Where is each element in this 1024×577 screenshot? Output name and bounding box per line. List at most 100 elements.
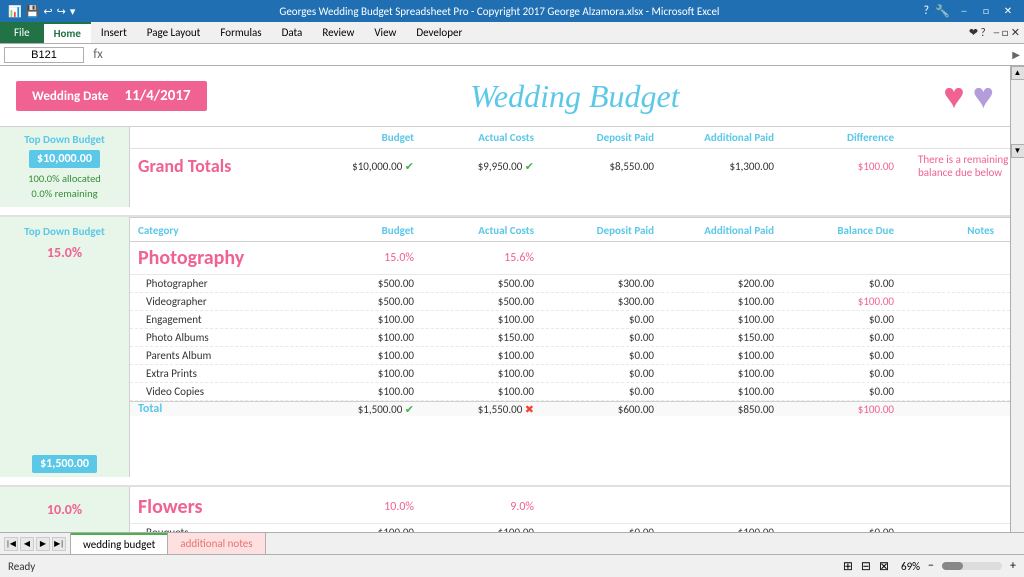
tab-prev-button[interactable]: ◀: [20, 537, 34, 551]
quick-access-undo[interactable]: ↩: [43, 5, 52, 18]
scroll-right[interactable]: ▶: [1012, 48, 1020, 61]
tab-next-button[interactable]: ▶: [36, 537, 50, 551]
photography-left-panel: Top Down Budget 15.0% $1,500.00: [0, 217, 130, 477]
ph-label-5: Extra Prints: [130, 367, 310, 380]
title-bar-right: ? 🔧 ─ □ ✕: [923, 4, 1016, 19]
gt-actual-check: ✔: [525, 160, 534, 173]
tab-additional-notes[interactable]: additional notes: [168, 533, 265, 554]
tab-file[interactable]: File: [0, 22, 44, 43]
gt-budget-check: ✔: [405, 160, 414, 173]
ribbon-tabs: File Home Insert Page Layout Formulas Da…: [0, 22, 1024, 44]
tab-view[interactable]: View: [364, 22, 406, 43]
flowers-title: Flowers: [130, 495, 310, 519]
tab-home[interactable]: Home: [44, 22, 91, 43]
quick-access-save[interactable]: 💾: [26, 5, 40, 18]
restore-button[interactable]: □: [978, 4, 994, 18]
close-button[interactable]: ✕: [1000, 4, 1016, 18]
ph-label-1: Videographer: [130, 295, 310, 308]
ph-col-category: Category: [130, 224, 310, 237]
flowers-title-row: Flowers 10.0% 9.0%: [130, 491, 1010, 524]
ph-total-additional: $850.00: [670, 403, 790, 416]
gt-additional: $1,300.00: [670, 160, 790, 173]
formula-divider: fx: [86, 47, 110, 62]
view-normal-icon[interactable]: ⊞: [843, 559, 853, 574]
tab-data[interactable]: Data: [272, 22, 313, 43]
wedding-date-label: Wedding Date: [32, 89, 108, 104]
ph-deposit-5: $0.00: [550, 367, 670, 380]
status-ready: Ready: [8, 560, 35, 573]
tab-formulas[interactable]: Formulas: [210, 22, 271, 43]
ph-actual-2: $100.00: [430, 313, 550, 326]
zoom-in-button[interactable]: +: [1010, 559, 1016, 573]
ph-actual-6: $100.00: [430, 385, 550, 398]
wedding-date-box: Wedding Date 11/4/2017: [16, 81, 207, 111]
ph-total-actual-x: ✖: [525, 403, 534, 416]
photography-budget-value: $1,500.00: [32, 455, 97, 473]
tab-page-layout[interactable]: Page Layout: [137, 22, 211, 43]
photography-pct: 15.0%: [47, 244, 82, 261]
scroll-down-button[interactable]: ▼: [1011, 144, 1024, 158]
ph-deposit-0: $300.00: [550, 277, 670, 290]
grand-totals-top-down-label: Top Down Budget: [24, 133, 105, 146]
grand-total-row: Grand Totals $10,000.00 ✔ $9,950.00 ✔ $8…: [130, 149, 1010, 183]
formula-bar: fx ▶: [0, 44, 1024, 66]
ph-col-notes: Notes: [910, 224, 1010, 237]
col-header-category: [130, 131, 310, 144]
ph-balance-3: $0.00: [790, 331, 910, 344]
customize-qa[interactable]: ▾: [70, 5, 76, 18]
fl-budget-0: $100.00: [310, 526, 430, 532]
view-page-break-icon[interactable]: ⊠: [879, 559, 889, 574]
help-icon[interactable]: ?: [923, 4, 929, 18]
ph-total-balance: $100.00: [790, 403, 910, 416]
status-right: ⊞ ⊟ ⊠ 69% − +: [843, 559, 1016, 574]
ph-total-budget: $1,500.00 ✔: [310, 403, 430, 416]
quick-access-redo[interactable]: ↪: [57, 5, 66, 18]
spreadsheet[interactable]: Wedding Date 11/4/2017 Wedding Budget ♥ …: [0, 66, 1010, 532]
vertical-scrollbar[interactable]: ▲ ▼: [1010, 66, 1024, 532]
help-button[interactable]: ❤ ?: [969, 26, 986, 39]
flowers-section: 10.0% $1,000.00 Flowers 10.0% 9.0%: [0, 485, 1010, 532]
formula-input[interactable]: [112, 49, 1010, 61]
ph-budget-2: $100.00: [310, 313, 430, 326]
ph-col-budget: Budget: [310, 224, 430, 237]
ph-total-actual: $1,550.00 ✖: [430, 403, 550, 416]
minimize-button[interactable]: ─: [956, 4, 972, 18]
view-page-layout-icon[interactable]: ⊟: [861, 559, 871, 574]
wedding-date-value: 11/4/2017: [124, 87, 190, 105]
zoom-out-button[interactable]: −: [928, 559, 934, 573]
fl-actual-0: $100.00: [430, 526, 550, 532]
fl-balance-0: $0.00: [790, 526, 910, 532]
tab-developer[interactable]: Developer: [406, 22, 472, 43]
photography-title: Photography: [130, 246, 310, 270]
ph-label-0: Photographer: [130, 277, 310, 290]
col-header-notes-grand: [910, 131, 1010, 144]
ribbon-toggle[interactable]: 🔧: [935, 4, 950, 19]
tab-review[interactable]: Review: [312, 22, 364, 43]
tab-insert[interactable]: Insert: [91, 22, 137, 43]
photography-top-down-label: Top Down Budget: [24, 225, 105, 238]
flowers-actual-pct: 9.0%: [430, 500, 550, 514]
tab-last-button[interactable]: ▶|: [52, 537, 66, 551]
ribbon-right: ❤ ? ─ □ ✕: [472, 22, 1024, 43]
ribbon-minimize[interactable]: ─ □ ✕: [994, 26, 1020, 39]
ph-budget-3: $100.00: [310, 331, 430, 344]
ph-label-2: Engagement: [130, 313, 310, 326]
zoom-slider[interactable]: [942, 562, 1002, 570]
flowers-pct: 10.0%: [47, 501, 82, 518]
gt-note: There is a remaining balance due below: [910, 153, 1010, 179]
ph-label-3: Photo Albums: [130, 331, 310, 344]
ph-row-photographer: Photographer $500.00 $500.00 $300.00 $20…: [130, 275, 1010, 293]
grand-totals-left-panel: Top Down Budget $10,000.00 100.0% alloca…: [0, 127, 130, 207]
ph-row-albums: Photo Albums $100.00 $150.00 $0.00 $150.…: [130, 329, 1010, 347]
scroll-up-button[interactable]: ▲: [1011, 66, 1024, 80]
ph-label-6: Video Copies: [130, 385, 310, 398]
tab-wedding-budget[interactable]: wedding budget: [71, 533, 168, 554]
ph-deposit-4: $0.00: [550, 349, 670, 362]
cell-reference-box[interactable]: [4, 47, 84, 63]
ph-balance-4: $0.00: [790, 349, 910, 362]
gt-deposit: $8,550.00: [550, 160, 670, 173]
tab-first-button[interactable]: |◀: [4, 537, 18, 551]
grand-total-label: Grand Totals: [130, 155, 310, 177]
ph-budget-5: $100.00: [310, 367, 430, 380]
ph-col-additional: Additional Paid: [670, 224, 790, 237]
